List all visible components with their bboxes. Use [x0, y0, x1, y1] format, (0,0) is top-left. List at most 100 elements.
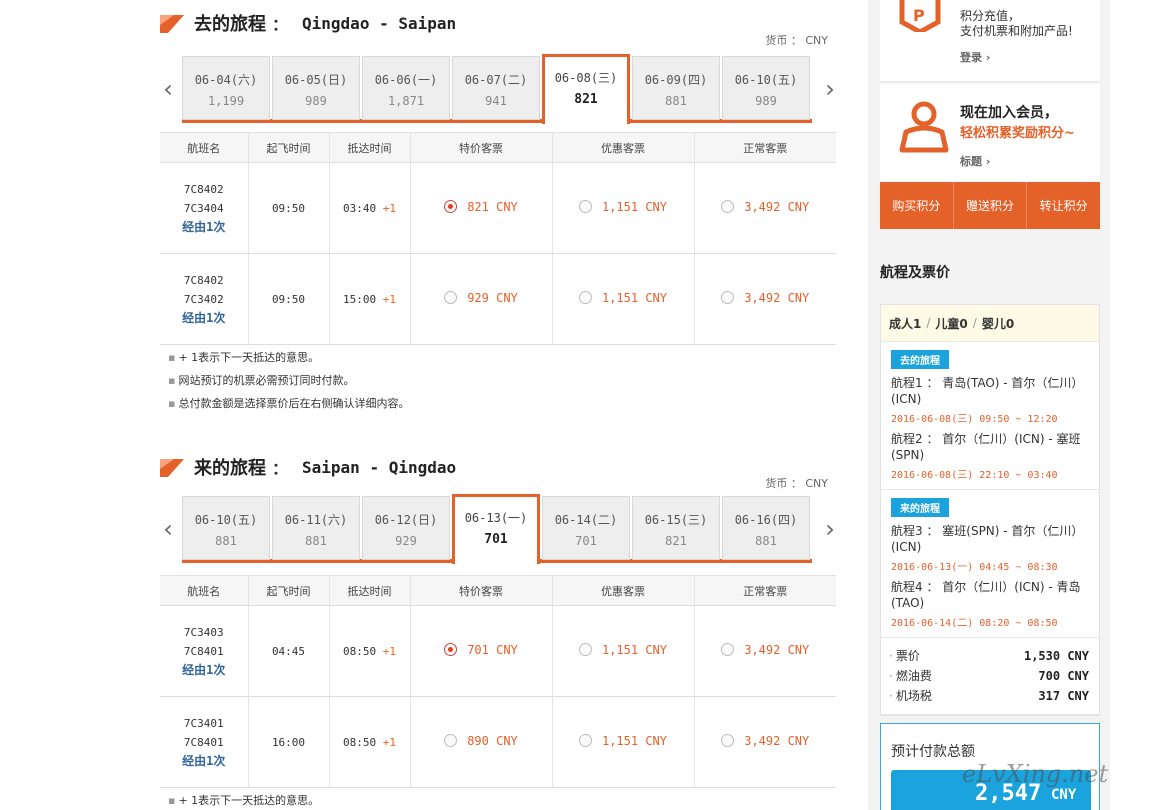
fare-cell: 1,151 CNY — [552, 605, 695, 697]
fare-option[interactable]: 821 CNY — [444, 200, 518, 214]
date-tab[interactable]: 06-04(六) 1,199 — [182, 56, 270, 120]
itinerary-summary: 成人1 / 儿童0 / 婴儿0 去的旅程 航程1 ： 青岛(TAO) - 首尔（… — [880, 304, 1100, 716]
fare-radio[interactable] — [578, 291, 592, 305]
fare-option[interactable]: 3,492 CNY — [721, 200, 809, 214]
date-tab-date: 06-05(日) — [284, 73, 348, 87]
points-button[interactable]: 赠送积分 — [954, 182, 1028, 229]
bullet: ▪ — [168, 397, 176, 410]
column-header: 优惠客票 — [552, 575, 695, 606]
fare-option[interactable]: 1,151 CNY — [578, 733, 668, 748]
fare-radio[interactable] — [721, 734, 735, 748]
outbound-title: 去的旅程 ： Qingdao - Saipan — [160, 8, 456, 38]
fare-radio[interactable] — [721, 291, 735, 305]
member-person-icon — [899, 101, 949, 153]
points-button[interactable]: 转让积分 — [1027, 182, 1100, 229]
stopover-link[interactable]: 经由1次 — [160, 218, 248, 237]
fare-price: 1,151 CNY — [601, 642, 668, 657]
fare-option[interactable]: 1,151 CNY — [578, 200, 667, 214]
fare-option[interactable]: 3,492 CNY — [721, 291, 809, 305]
date-tab[interactable]: 06-15(三) 821 — [632, 496, 720, 560]
cost-value: 317 CNY — [1038, 689, 1089, 703]
fare-price: 1,151 CNY — [601, 733, 668, 748]
fare-radio[interactable] — [444, 734, 458, 748]
date-tab[interactable]: 06-16(四) 881 — [722, 496, 810, 560]
fare-option[interactable]: 1,151 CNY — [578, 291, 667, 305]
flight-number: 7C3403 — [183, 625, 224, 639]
fare-cell: 929 CNY — [410, 253, 553, 345]
fare-radio[interactable] — [721, 200, 735, 214]
column-header: 正常客票 — [694, 575, 836, 606]
itinerary-leg: 航程2 ： 首尔（仁川）(ICN) - 塞班(SPN) 2016-06-08(三)… — [891, 431, 1091, 481]
leg-route: 航程1 ： 青岛(TAO) - 首尔（仁川）(ICN) — [891, 376, 1084, 406]
date-tab[interactable]: 06-14(二) 701 — [542, 496, 630, 560]
fare-cell: 1,151 CNY — [552, 696, 695, 788]
fare-price: 3,492 CNY — [744, 642, 810, 657]
date-tab[interactable]: 06-11(六) 881 — [272, 496, 360, 560]
cost-label: 机场税 — [889, 686, 932, 706]
flight-row: 7C3403 7C8401 经由1次 04:45 08:50 +1 701 CNY 1,15… — [160, 605, 836, 697]
date-tab-date: 06-06(一) — [374, 73, 438, 87]
fare-option[interactable]: 3,492 CNY — [721, 734, 809, 748]
inbound-flight-table: 航班名 起飞时间 抵达时间 特价客票 优惠客票 正常客票 7C3403 7C8401 经由1次… — [160, 575, 836, 788]
leg-time: 2016-06-08(三) 22:10 ~ 03:40 — [891, 470, 1058, 481]
date-tab[interactable]: 06-10(五) 989 — [722, 56, 810, 120]
date-tab[interactable]: 06-12(日) 929 — [362, 496, 450, 560]
flight-numbers: 7C8402 7C3404 经由1次 — [160, 162, 249, 254]
join-title: 现在加入会员， — [960, 105, 1058, 121]
fare-price: 3,492 CNY — [744, 290, 810, 305]
date-tab[interactable]: 06-10(五) 881 — [182, 496, 270, 560]
fare-radio[interactable] — [578, 643, 592, 657]
cost-row: 票价 1,530 CNY — [889, 646, 1089, 666]
fare-price: 701 CNY — [467, 642, 518, 657]
column-header: 抵达时间 — [329, 132, 411, 163]
outbound-date-bar: ‹ 06-04(六) 1,199 06-05(日) 989 06-06(一) 1,871 0… — [160, 54, 838, 126]
date-tab[interactable]: 06-09(四) 881 — [632, 56, 720, 120]
cost-value: 1,530 CNY — [1023, 649, 1089, 663]
stopover-link[interactable]: 经由1次 — [160, 752, 248, 771]
arrival-cell: 08:50 +1 — [329, 696, 411, 788]
fare-radio[interactable] — [444, 643, 458, 657]
outbound-route: Qingdao - Saipan — [302, 13, 457, 33]
departure-time: 09:50 — [248, 253, 330, 345]
flight-number: 7C8402 — [183, 273, 224, 287]
infant-count: 婴儿0 — [981, 316, 1015, 331]
fare-option[interactable]: 1,151 CNY — [578, 642, 668, 657]
fare-radio[interactable] — [444, 200, 458, 214]
inbound-title: 来的旅程 ： Saipan - Qingdao — [160, 452, 456, 482]
next-dates-arrow-icon[interactable]: › — [822, 514, 838, 544]
next-dates-arrow-icon[interactable]: › — [822, 74, 838, 104]
flight-number: 7C8401 — [183, 644, 224, 658]
date-tab-selected[interactable]: 06-13(一) 701 — [452, 494, 540, 564]
fare-option[interactable]: 890 CNY — [444, 734, 518, 748]
fare-price: 3,492 CNY — [744, 733, 810, 748]
stopover-link[interactable]: 经由1次 — [160, 309, 248, 328]
login-link[interactable]: 登录 › — [960, 49, 1073, 65]
fare-radio[interactable] — [578, 200, 592, 214]
fare-radio[interactable] — [721, 643, 735, 657]
date-tab-date: 06-15(三) — [644, 513, 708, 527]
prev-dates-arrow-icon[interactable]: ‹ — [160, 74, 176, 104]
points-button[interactable]: 购买积分 — [880, 182, 954, 229]
date-tab[interactable]: 06-06(一) 1,871 — [362, 56, 450, 120]
prev-dates-arrow-icon[interactable]: ‹ — [160, 514, 176, 544]
date-tab-selected[interactable]: 06-08(三) 821 — [542, 54, 630, 124]
fare-radio[interactable] — [578, 734, 592, 748]
child-count: 儿童0 — [935, 316, 968, 331]
note-text: 网站预订的机票必需预订同时付款。 — [178, 374, 355, 387]
inbound-badge: 来的旅程 — [891, 498, 949, 517]
cost-label: 票价 — [889, 646, 920, 666]
fare-option[interactable]: 929 CNY — [444, 291, 518, 305]
fare-option[interactable]: 3,492 CNY — [721, 643, 809, 657]
column-header: 优惠客票 — [552, 132, 695, 163]
join-link[interactable]: 标题 › — [960, 153, 1075, 169]
fare-cell: 1,151 CNY — [552, 162, 695, 254]
date-tab[interactable]: 06-07(二) 941 — [452, 56, 540, 120]
column-header: 航班名 — [160, 132, 249, 163]
flight-row: 7C8402 7C3402 经由1次 09:50 15:00 +1 929 CNY 1,15… — [160, 253, 836, 345]
itinerary-leg: 航程4 ： 首尔（仁川）(ICN) - 青岛(TAO) 2016-06-14(二)… — [891, 579, 1091, 629]
date-tab-price: 881 — [305, 534, 327, 548]
stopover-link[interactable]: 经由1次 — [160, 661, 248, 680]
fare-option[interactable]: 701 CNY — [444, 643, 518, 657]
fare-radio[interactable] — [444, 291, 458, 305]
date-tab[interactable]: 06-05(日) 989 — [272, 56, 360, 120]
